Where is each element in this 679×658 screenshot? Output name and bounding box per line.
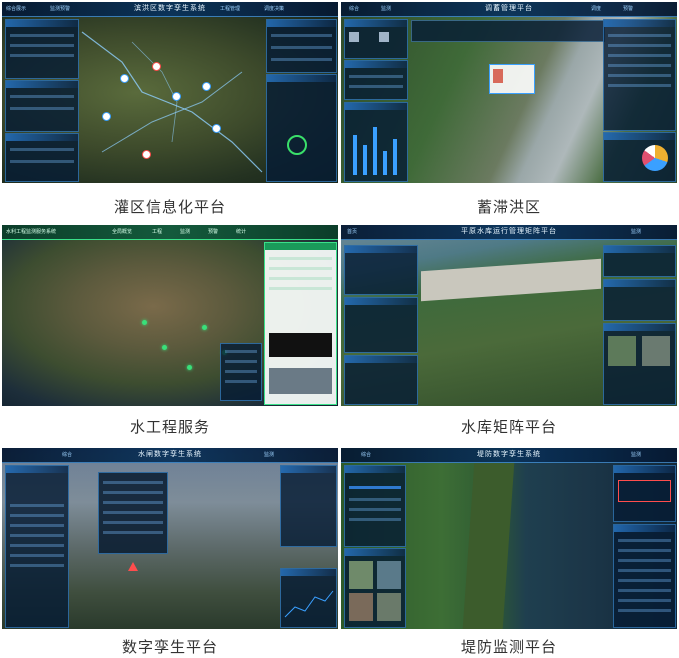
tile-levee-monitoring[interactable]: 综合 堤防数字孪生系统 监测 [341, 448, 677, 629]
top-bar: 水利工程监测服务系统 全局概览 工程 监测 预警 统计 [2, 225, 338, 240]
top-bar: 综合 水闸数字孪生系统 监测 [2, 448, 338, 463]
left-panel-top [344, 245, 418, 295]
nav-item[interactable]: 综合 [62, 451, 72, 458]
page-title: 水闸数字孪生系统 [138, 450, 202, 458]
detail-popup[interactable] [98, 472, 168, 554]
page-title: 调蓄管理平台 [485, 4, 533, 12]
left-panel-top [344, 465, 406, 547]
left-panel-bottom [344, 355, 418, 405]
nav-item[interactable]: 首页 [347, 228, 357, 235]
top-bar: 综合 堤防数字孪生系统 监测 [341, 448, 677, 463]
right-table-panel [603, 19, 676, 131]
avatar [349, 32, 359, 42]
bar-chart-panel [344, 102, 408, 182]
tile-caption: 蓄滞洪区 [476, 198, 541, 216]
nav-item[interactable]: 工程 [152, 228, 162, 235]
right-panel-top [266, 19, 337, 73]
project-pin[interactable] [142, 320, 147, 325]
station-marker[interactable] [212, 124, 221, 133]
nav-item[interactable]: 调度决策 [264, 5, 284, 12]
nav-item[interactable]: 调度 [591, 5, 601, 12]
station-marker[interactable] [102, 112, 111, 121]
tile-caption: 数字孪生平台 [121, 638, 218, 656]
nav-item[interactable]: 监测 [631, 451, 641, 458]
tile-reservoir-matrix[interactable]: 首页 平原水库运行管理矩阵平台 监测 [341, 225, 677, 406]
right-panel-mid [603, 279, 676, 321]
right-info-panel [264, 242, 337, 405]
photo-gallery-panel [344, 548, 406, 628]
nav-item[interactable]: 工程管理 [220, 5, 240, 12]
page-title: 滨洪区数字孪生系统 [134, 4, 206, 12]
project-pin[interactable] [187, 365, 192, 370]
photo-thumbnail[interactable] [377, 561, 401, 589]
top-bar: 首页 平原水库运行管理矩阵平台 监测 [341, 225, 677, 240]
tile-caption: 灌区信息化平台 [113, 198, 226, 216]
station-marker[interactable] [202, 82, 211, 91]
levee-strip [462, 448, 516, 629]
warning-icon[interactable] [128, 562, 138, 571]
stats-strip [411, 20, 605, 42]
line-chart-panel [280, 568, 337, 628]
tile-flood-storage[interactable]: 综合 监测 调蓄管理平台 调度 预警 [341, 2, 677, 183]
nav-item[interactable]: 监测 [264, 451, 274, 458]
right-panel-bottom [603, 323, 676, 405]
tile-caption: 水工程服务 [129, 418, 210, 436]
left-table-panel [5, 465, 69, 628]
info-popup[interactable] [489, 64, 535, 94]
tile-irrigation-platform[interactable]: 综合展示 监测预警 滨洪区数字孪生系统 工程管理 调度决策 [2, 2, 338, 183]
photo-thumbnail[interactable] [349, 593, 373, 621]
app-title: 水利工程监测服务系统 [6, 229, 57, 235]
right-panel-top [613, 465, 676, 522]
dam-structure [421, 258, 601, 302]
nav-item[interactable]: 综合 [361, 451, 371, 458]
nav-item[interactable]: 综合展示 [6, 5, 26, 12]
nav-item[interactable]: 监测 [631, 228, 641, 235]
top-bar: 综合 监测 调蓄管理平台 调度 预警 [341, 2, 677, 17]
pie-chart [642, 145, 668, 171]
line-chart [284, 590, 334, 618]
nav-item[interactable]: 全局概览 [112, 228, 132, 235]
nav-item[interactable]: 预警 [208, 228, 218, 235]
tile-caption: 水库矩阵平台 [460, 418, 557, 436]
photo-thumbnail[interactable] [349, 561, 373, 589]
tile-caption: 堤防监测平台 [460, 638, 557, 656]
right-panel-bottom [266, 74, 337, 182]
alert-marker[interactable] [142, 150, 151, 159]
top-bar: 综合展示 监测预警 滨洪区数字孪生系统 工程管理 调度决策 [2, 2, 338, 17]
left-panel-top [5, 19, 79, 79]
nav-item[interactable]: 监测 [381, 5, 391, 12]
nav-item[interactable]: 综合 [349, 5, 359, 12]
right-panel-top [603, 245, 676, 277]
personnel-panel [344, 19, 408, 59]
alert-marker[interactable] [152, 62, 161, 71]
nav-item[interactable]: 预警 [623, 5, 633, 12]
left-panel-mid [5, 80, 79, 132]
video-feed[interactable] [269, 333, 332, 357]
nav-item[interactable]: 统计 [236, 228, 246, 235]
avatar [379, 32, 389, 42]
station-marker[interactable] [120, 74, 129, 83]
left-panel-bottom [5, 133, 79, 182]
photo-thumbnail[interactable] [377, 593, 401, 621]
pie-chart-panel [603, 132, 676, 182]
page-title: 平原水库运行管理矩阵平台 [461, 227, 557, 235]
right-panel-top [280, 465, 337, 547]
right-table-panel [613, 524, 676, 628]
tile-water-engineering-service[interactable]: 水利工程监测服务系统 全局概览 工程 监测 预警 统计 [2, 225, 338, 406]
page-title: 堤防数字孪生系统 [477, 450, 541, 458]
project-pin[interactable] [202, 325, 207, 330]
left-panel-mid [344, 297, 418, 353]
tile-digital-twin[interactable]: 综合 水闸数字孪生系统 监测 [2, 448, 338, 629]
legend-panel [220, 343, 262, 401]
gauge-icon [287, 135, 307, 155]
left-panel-mid [344, 60, 408, 100]
nav-item[interactable]: 监测 [180, 228, 190, 235]
alert-box [618, 480, 671, 502]
station-marker[interactable] [172, 92, 181, 101]
nav-item[interactable]: 监测预警 [50, 5, 70, 12]
video-feed[interactable] [269, 368, 332, 394]
project-pin[interactable] [162, 345, 167, 350]
